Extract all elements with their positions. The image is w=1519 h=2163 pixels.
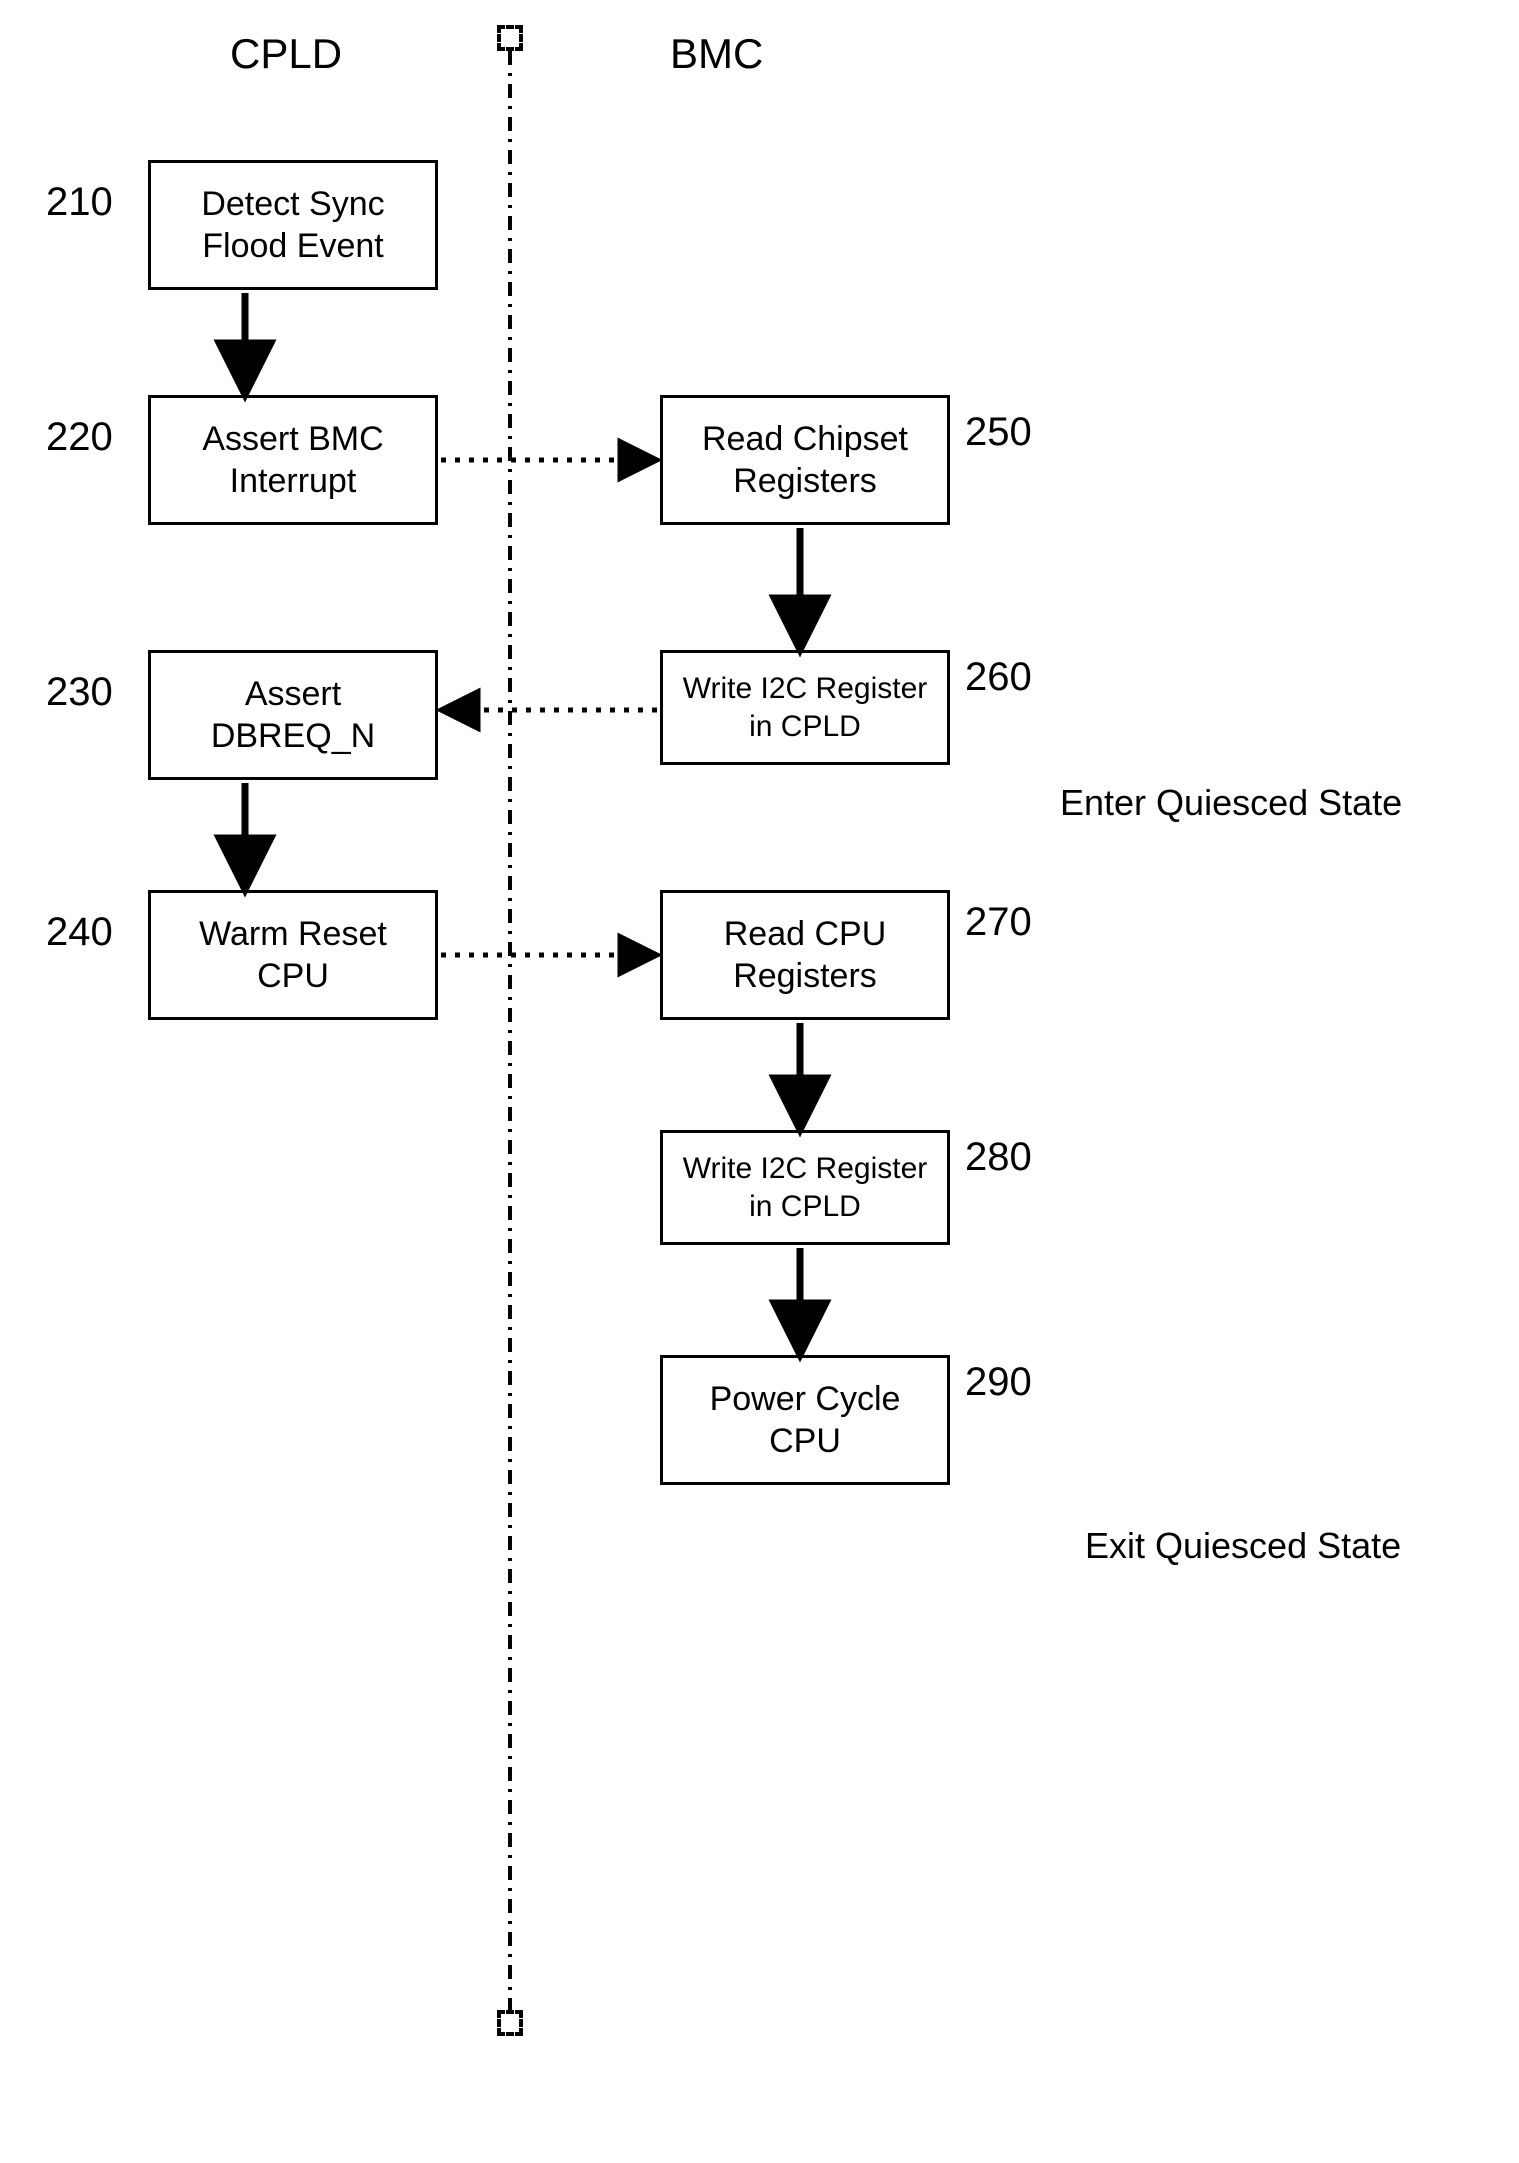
label-270: 270	[965, 900, 1032, 945]
header-bmc: BMC	[670, 30, 763, 78]
box-220-text: Assert BMC Interrupt	[202, 418, 383, 503]
label-220: 220	[46, 415, 113, 460]
box-260-text: Write I2C Register in CPLD	[683, 670, 928, 745]
box-210: Detect Sync Flood Event	[148, 160, 438, 290]
annotation-enter: Enter Quiesced State	[1060, 782, 1402, 824]
box-240-text: Warm Reset CPU	[199, 913, 387, 998]
box-250: Read Chipset Registers	[660, 395, 950, 525]
label-280: 280	[965, 1135, 1032, 1180]
box-260: Write I2C Register in CPLD	[660, 650, 950, 765]
divider-top-marker	[497, 25, 523, 51]
box-280: Write I2C Register in CPLD	[660, 1130, 950, 1245]
box-270-text: Read CPU Registers	[724, 913, 887, 998]
box-280-text: Write I2C Register in CPLD	[683, 1150, 928, 1225]
box-210-text: Detect Sync Flood Event	[201, 183, 384, 268]
box-290: Power Cycle CPU	[660, 1355, 950, 1485]
box-220: Assert BMC Interrupt	[148, 395, 438, 525]
header-cpld: CPLD	[230, 30, 342, 78]
box-250-text: Read Chipset Registers	[702, 418, 908, 503]
label-240: 240	[46, 910, 113, 955]
label-210: 210	[46, 180, 113, 225]
label-260: 260	[965, 655, 1032, 700]
divider-bottom-marker	[497, 2010, 523, 2036]
box-240: Warm Reset CPU	[148, 890, 438, 1020]
box-230: Assert DBREQ_N	[148, 650, 438, 780]
box-290-text: Power Cycle CPU	[710, 1378, 901, 1463]
box-230-text: Assert DBREQ_N	[211, 673, 375, 758]
label-230: 230	[46, 670, 113, 715]
diagram-canvas: CPLD BMC Detect Sync Flood Event 210 Ass…	[0, 0, 1519, 2163]
label-250: 250	[965, 410, 1032, 455]
annotation-exit: Exit Quiesced State	[1085, 1525, 1401, 1567]
label-290: 290	[965, 1360, 1032, 1405]
box-270: Read CPU Registers	[660, 890, 950, 1020]
svg-overlay	[0, 0, 1519, 2163]
